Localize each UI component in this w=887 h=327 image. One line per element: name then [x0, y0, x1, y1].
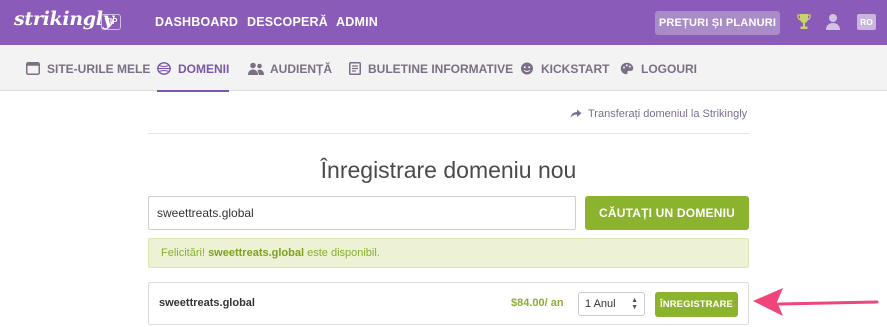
tab-my-sites[interactable]: SITE-URILE MELE — [26, 45, 150, 91]
tab-newsletters-label: BULETINE INFORMATIVE — [368, 62, 514, 76]
tab-domains[interactable]: DOMENII — [157, 45, 230, 92]
pricing-plans-button[interactable]: PREȚURI ȘI PLANURI — [655, 11, 780, 35]
palette-icon — [620, 62, 634, 75]
select-arrows-icon: ▲ ▼ — [631, 297, 638, 311]
tab-audience-label: AUDIENȚĂ — [270, 62, 332, 76]
nav-admin[interactable]: ADMIN — [336, 15, 378, 29]
divider — [148, 133, 749, 134]
share-arrow-icon — [570, 109, 582, 118]
page-title: Înregistrare domeniu nou — [320, 157, 577, 183]
alert-domain: sweettreats.global — [208, 247, 305, 259]
nav-dashboard[interactable]: DASHBOARD — [155, 15, 238, 29]
browser-window-icon — [26, 62, 40, 75]
availability-alert: Felicitări! sweettreats.global este disp… — [148, 238, 749, 268]
tab-domains-label: DOMENII — [178, 62, 230, 76]
newsletter-icon — [349, 62, 361, 75]
tab-audience[interactable]: AUDIENȚĂ — [248, 45, 340, 91]
registration-period-select[interactable]: 1 Anul ▲ ▼ — [578, 292, 645, 316]
transfer-domain-label: Transferați domeniul la Strikingly — [588, 108, 748, 120]
tab-newsletters[interactable]: BULETINE INFORMATIVE — [349, 45, 513, 91]
domain-result-row: sweettreats.global $84.00/ an 1 Anul ▲ ▼ … — [148, 282, 749, 325]
domain-search-input[interactable] — [148, 196, 576, 230]
alert-suffix: este disponibil. — [304, 247, 380, 259]
vip-badge: VIP — [101, 14, 121, 30]
nav-discover[interactable]: DESCOPERĂ — [247, 15, 328, 29]
domain-price: $84.00/ an — [511, 297, 564, 309]
user-icon[interactable] — [825, 13, 841, 31]
face-icon — [521, 62, 533, 75]
tab-logos-label: LOGOURI — [641, 62, 697, 76]
tab-kickstart-label: KICKSTART — [541, 62, 610, 76]
trophy-icon[interactable] — [797, 13, 811, 31]
tab-kickstart[interactable]: KICKSTART — [520, 45, 609, 91]
search-domain-button[interactable]: CĂUTAȚI UN DOMENIU — [585, 196, 749, 230]
language-selector[interactable]: RO — [857, 14, 876, 30]
tab-my-sites-label: SITE-URILE MELE — [47, 62, 151, 76]
section-tabs: SITE-URILE MELE DOMENII AUDIENȚĂ BULETIN… — [0, 45, 887, 92]
pointer-arrow-icon — [753, 288, 879, 316]
result-domain-name: sweettreats.global — [159, 297, 255, 309]
register-button[interactable]: ÎNREGISTRARE — [655, 292, 738, 317]
strikingly-logo[interactable]: strikingly — [14, 8, 114, 30]
top-navigation-bar: strikingly VIP DASHBOARD DESCOPERĂ ADMIN… — [0, 0, 887, 45]
registration-period-value: 1 Anul — [585, 298, 616, 310]
tab-logos[interactable]: LOGOURI — [620, 45, 697, 91]
globe-icon — [157, 62, 171, 75]
people-icon — [248, 62, 264, 75]
alert-prefix: Felicitări! — [161, 247, 209, 259]
